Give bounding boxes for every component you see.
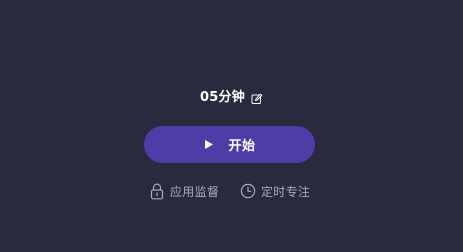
play-icon xyxy=(203,139,214,150)
lock-icon xyxy=(149,182,165,200)
app-monitor-label: 应用监督 xyxy=(170,184,220,199)
options-row: 应用监督 定时专注 xyxy=(0,181,463,201)
start-button[interactable]: 开始 xyxy=(144,126,315,163)
scheduled-focus-option[interactable]: 定时专注 xyxy=(240,181,310,201)
scheduled-focus-label: 定时专注 xyxy=(261,184,311,199)
clock-icon xyxy=(240,182,256,200)
app-monitor-option[interactable]: 应用监督 xyxy=(149,181,219,201)
edit-icon[interactable] xyxy=(251,93,263,105)
focus-timer-screen: 05分钟 开始 应用监督 定时专注 xyxy=(0,0,463,252)
duration-label[interactable]: 05分钟 xyxy=(200,88,245,108)
duration-row: 05分钟 xyxy=(0,88,463,108)
start-button-label: 开始 xyxy=(228,139,256,154)
